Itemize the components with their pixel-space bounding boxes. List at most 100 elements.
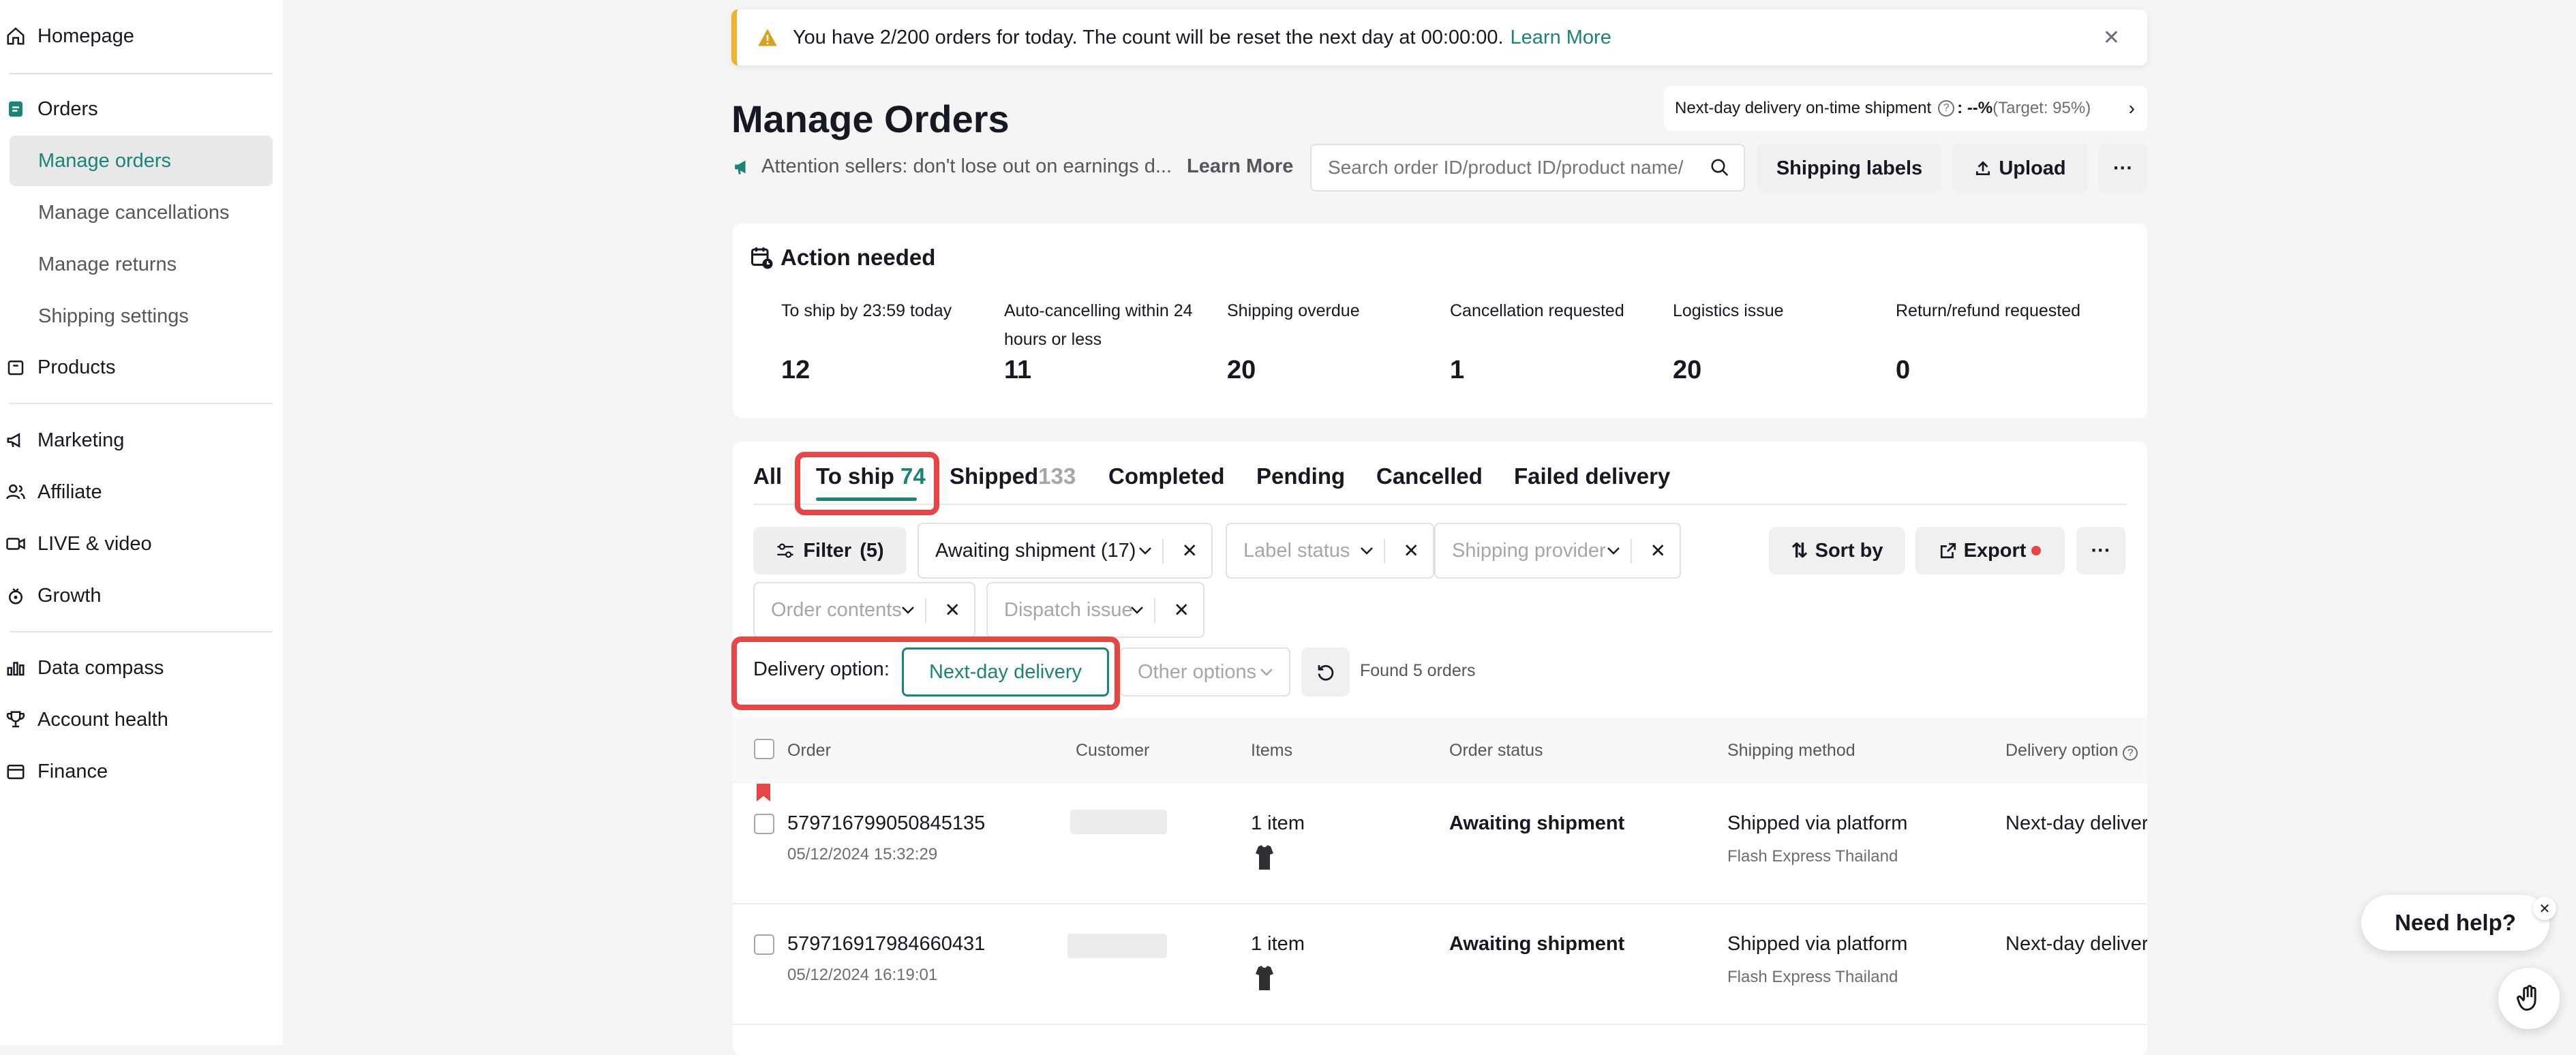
tab-pending[interactable]: Pending [1256, 463, 1345, 489]
sidebar-item-homepage[interactable]: Homepage [0, 11, 273, 61]
metric-label-auto-cancelling[interactable]: Auto-cancelling within 24 hours or less [1004, 296, 1215, 354]
clear-icon[interactable]: ✕ [1174, 599, 1189, 622]
sidebar-item-live-video[interactable]: LIVE & video [0, 519, 273, 569]
close-icon[interactable]: ✕ [2103, 26, 2120, 50]
clear-icon[interactable]: ✕ [1650, 540, 1666, 562]
awaiting-shipment-dropdown[interactable]: Awaiting shipment (17) ✕ [918, 523, 1213, 579]
dispatch-issue-dropdown[interactable]: Dispatch issue ✕ [986, 582, 1204, 638]
tab-cancelled[interactable]: Cancelled [1376, 463, 1483, 489]
help-icon[interactable]: ? [1938, 100, 1955, 117]
more-options-button[interactable]: ··· [2099, 144, 2147, 193]
metric-value-to-ship[interactable]: 12 [781, 356, 810, 385]
metric-value-logistics-issue[interactable]: 20 [1673, 356, 1701, 385]
sidebar-item-label: Affiliate [37, 480, 102, 503]
banner-text: You have 2/200 orders for today. The cou… [793, 26, 1504, 48]
shipping-labels-button[interactable]: Shipping labels [1757, 144, 1941, 193]
metric-value-auto-cancelling[interactable]: 11 [1004, 356, 1031, 385]
chevron-down-icon [1361, 547, 1373, 555]
metric-value-cancellation-requested[interactable]: 1 [1450, 356, 1464, 385]
banner-learn-more-link[interactable]: Learn More [1511, 27, 1611, 49]
close-icon[interactable]: ✕ [2533, 897, 2556, 920]
sidebar-item-affiliate[interactable]: Affiliate [0, 467, 273, 517]
row-checkbox[interactable] [754, 934, 774, 955]
search-box[interactable] [1310, 144, 1745, 192]
sidebar-item-manage-orders[interactable]: Manage orders [10, 136, 273, 186]
sidebar-item-growth[interactable]: Growth [0, 570, 273, 621]
products-icon [7, 361, 24, 376]
tab-completed[interactable]: Completed [1108, 463, 1225, 489]
announcement-text: Attention sellers: don't lose out on ear… [761, 155, 1172, 177]
search-input[interactable] [1327, 156, 1697, 179]
sidebar-item-data-compass[interactable]: Data compass [0, 643, 273, 693]
filter-button[interactable]: Filter (5) [753, 527, 907, 575]
order-date: 05/12/2024 16:19:01 [787, 966, 938, 984]
export-button[interactable]: Export [1915, 527, 2065, 575]
notification-dot [2031, 546, 2042, 555]
label-status-dropdown[interactable]: Label status ✕ [1226, 523, 1434, 579]
help-bubble[interactable]: Need help? [2361, 895, 2549, 951]
tab-shipped[interactable]: Shipped133 [950, 463, 1076, 489]
help-label: Need help? [2395, 910, 2516, 935]
sidebar-item-products[interactable]: Products [0, 342, 273, 393]
metric-label-logistics-issue[interactable]: Logistics issue [1673, 296, 1884, 325]
clear-icon[interactable]: ✕ [1182, 540, 1198, 562]
upload-label: Upload [1999, 157, 2066, 179]
help-icon[interactable]: ? [2123, 746, 2138, 761]
search-icon[interactable] [1710, 157, 1730, 178]
order-status: Awaiting shipment [1449, 812, 1625, 834]
metric-value-return-refund[interactable]: 0 [1896, 356, 1910, 385]
tabs-divider [753, 504, 2127, 505]
table-row[interactable] [733, 784, 2147, 904]
order-id[interactable]: 579716917984660431 [787, 933, 985, 955]
sidebar-item-finance[interactable]: Finance [0, 746, 273, 797]
order-contents-dropdown[interactable]: Order contents ✕ [753, 582, 975, 638]
announcement: Attention sellers: don't lose out on ear… [733, 155, 1293, 178]
metric-label-to-ship[interactable]: To ship by 23:59 today [781, 296, 992, 325]
order-id[interactable]: 579716799050845135 [787, 812, 985, 835]
announcement-learn-more-link[interactable]: Learn More [1187, 155, 1293, 178]
help-button[interactable] [2498, 968, 2560, 1029]
sort-by-button[interactable]: ⇅ Sort by [1769, 527, 1905, 575]
clear-icon[interactable]: ✕ [945, 599, 960, 622]
row-checkbox[interactable] [754, 814, 774, 834]
metric-label-return-refund[interactable]: Return/refund requested [1896, 296, 2107, 325]
sidebar-item-label: Growth [37, 584, 102, 607]
metric-label-shipping-overdue[interactable]: Shipping overdue [1227, 296, 1438, 325]
metric-label-cancellation-requested[interactable]: Cancellation requested [1450, 296, 1661, 325]
sidebar-item-label: Homepage [37, 25, 134, 47]
tab-failed-delivery[interactable]: Failed delivery [1514, 463, 1670, 489]
sidebar-item-manage-cancellations[interactable]: Manage cancellations [0, 187, 273, 238]
sidebar-item-account-health[interactable]: Account health [0, 694, 273, 745]
tab-all[interactable]: All [753, 463, 782, 489]
sidebar-item-label: LIVE & video [37, 532, 152, 555]
megaphone-icon [7, 433, 20, 448]
column-header-delivery-option: Delivery option ? [2005, 741, 2138, 761]
sidebar-item-label: Manage returns [38, 253, 177, 275]
product-thumbnail-icon[interactable] [1253, 964, 1276, 992]
table-row[interactable] [733, 904, 2147, 1025]
shipment-metric[interactable]: Next-day delivery on-time shipment ? : -… [1664, 86, 2147, 131]
shipment-metric-value: : --% [1957, 99, 1993, 117]
reset-button[interactable] [1301, 647, 1350, 697]
select-all-checkbox[interactable] [754, 739, 774, 759]
sidebar-item-orders[interactable]: Orders [0, 84, 273, 134]
shipping-provider-dropdown[interactable]: Shipping provider ✕ [1434, 523, 1681, 579]
sidebar-item-label: Marketing [37, 429, 125, 451]
column-header-items: Items [1251, 741, 1293, 760]
sidebar-item-label: Manage orders [38, 149, 172, 172]
orders-icon [9, 101, 22, 117]
more-filters-button[interactable]: ··· [2076, 527, 2125, 575]
sidebar-item-shipping-settings[interactable]: Shipping settings [0, 291, 273, 341]
product-thumbnail-icon[interactable] [1253, 844, 1276, 871]
other-options-dropdown[interactable]: Other options [1120, 647, 1290, 697]
clear-icon[interactable]: ✕ [1404, 540, 1419, 562]
sidebar-item-label: Manage cancellations [38, 201, 230, 224]
sidebar-item-marketing[interactable]: Marketing [0, 415, 273, 465]
metric-value-shipping-overdue[interactable]: 20 [1227, 356, 1256, 385]
upload-button[interactable]: Upload [1952, 144, 2088, 193]
delivery-option: Next-day deliver [2005, 812, 2147, 834]
growth-icon [9, 588, 22, 605]
chevron-down-icon [902, 607, 914, 614]
chevron-right-icon[interactable]: › [2129, 97, 2135, 119]
sidebar-item-manage-returns[interactable]: Manage returns [0, 239, 273, 290]
